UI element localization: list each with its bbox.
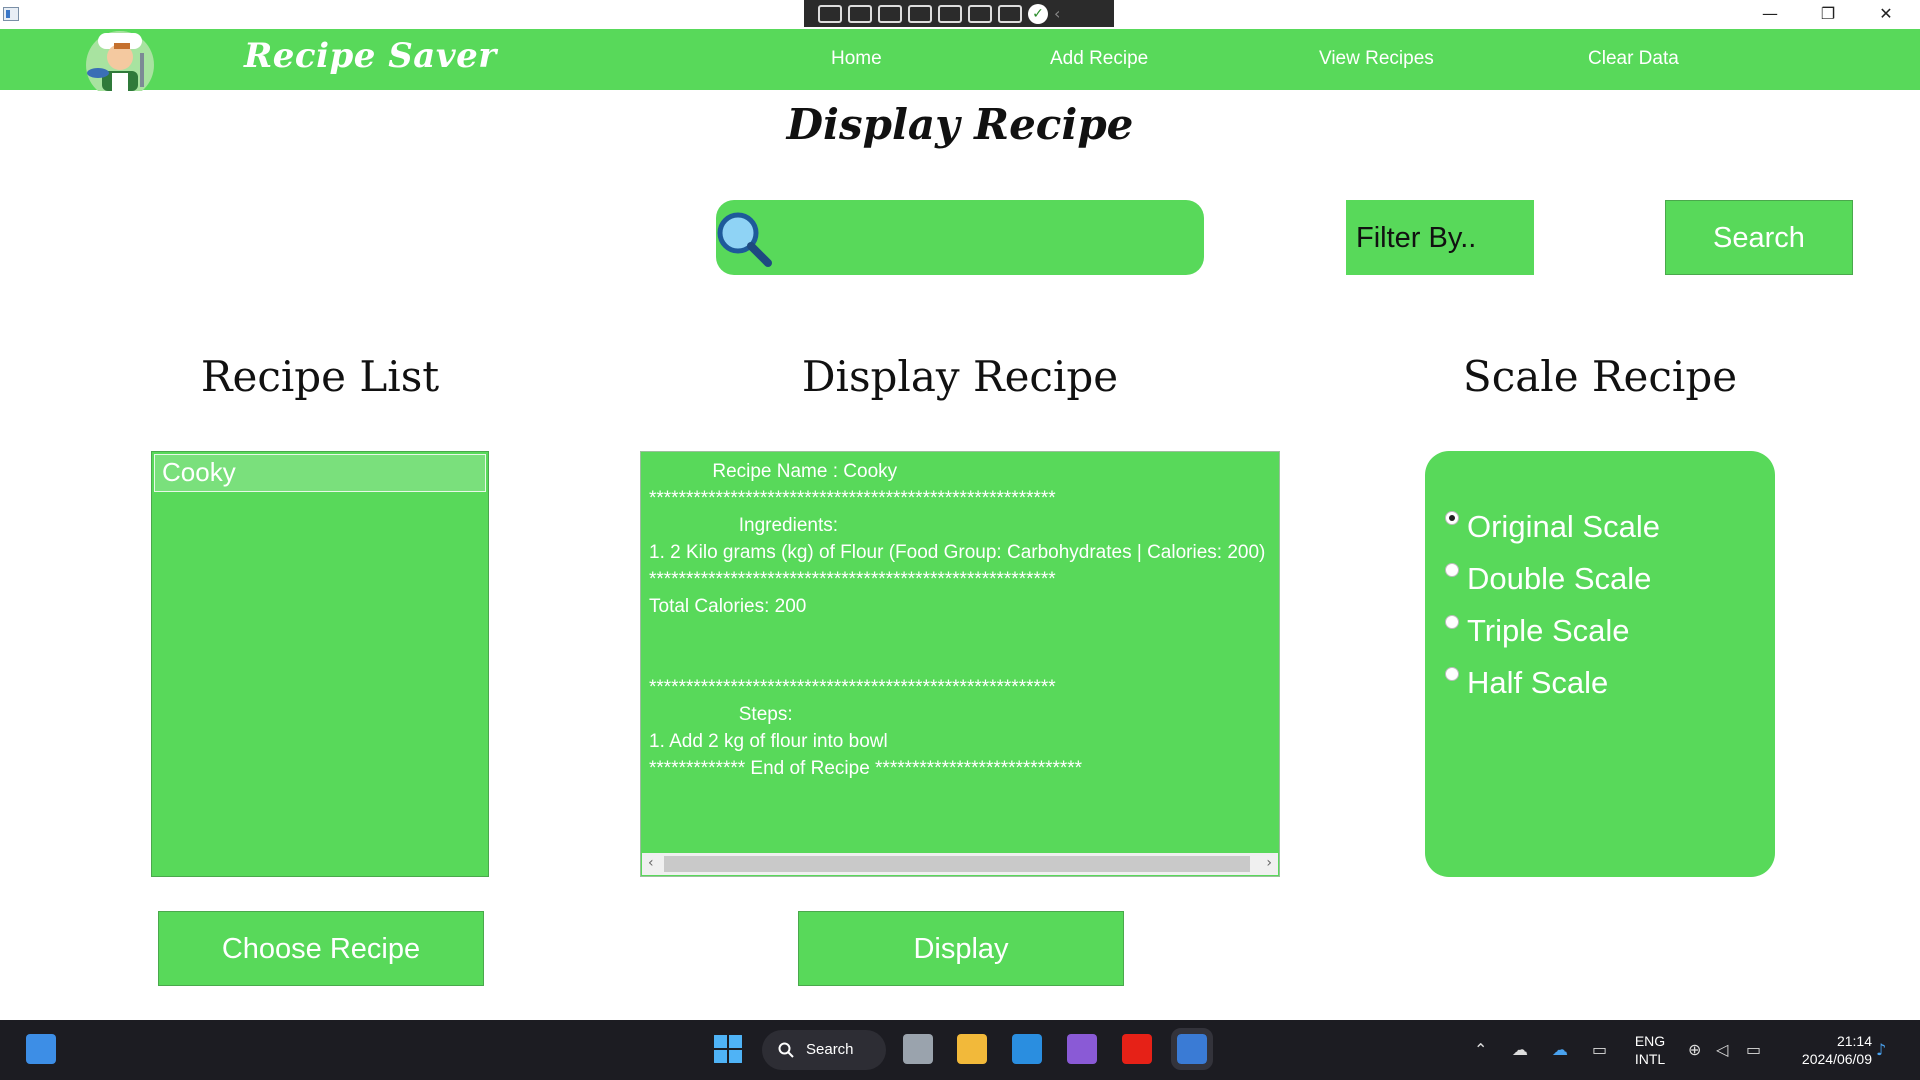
app-icon bbox=[3, 7, 19, 21]
volume-icon[interactable]: ◁ bbox=[1716, 1040, 1728, 1059]
nav-clear-data[interactable]: Clear Data bbox=[1588, 48, 1679, 70]
search-icon bbox=[778, 1042, 794, 1058]
track-focus-icon[interactable] bbox=[938, 4, 962, 23]
show-hidden-icons-chevron-icon[interactable]: ⌃ bbox=[1474, 1040, 1487, 1059]
notification-bell-icon[interactable]: ♪ bbox=[1876, 1040, 1886, 1059]
collapse-chevron-icon[interactable]: ‹ bbox=[1054, 4, 1066, 23]
scale-recipe-heading: Scale Recipe bbox=[1462, 352, 1738, 401]
radio-selected-icon[interactable] bbox=[1445, 511, 1459, 525]
vscode-icon[interactable] bbox=[1012, 1034, 1042, 1064]
display-recipe-heading: Display Recipe bbox=[801, 352, 1119, 401]
scrollbar-thumb[interactable] bbox=[664, 856, 1250, 872]
cloud-icon[interactable]: ☁ bbox=[1512, 1040, 1528, 1059]
checkmark-icon[interactable]: ✓ bbox=[1028, 3, 1048, 24]
onedrive-icon[interactable]: ☁ bbox=[1552, 1040, 1568, 1059]
youtube-icon[interactable] bbox=[1122, 1034, 1152, 1064]
display-icon[interactable]: ▭ bbox=[1592, 1040, 1607, 1059]
keyboard-layout: INTL bbox=[1634, 1051, 1666, 1067]
nav-home[interactable]: Home bbox=[831, 48, 882, 70]
scale-panel: Original Scale Double Scale Triple Scale… bbox=[1425, 451, 1775, 877]
display-button[interactable]: Display bbox=[798, 911, 1124, 986]
scroll-right-icon[interactable]: › bbox=[1266, 855, 1272, 871]
choose-recipe-button[interactable]: Choose Recipe bbox=[158, 911, 484, 986]
start-icon[interactable] bbox=[713, 1034, 743, 1064]
minimize-button[interactable]: — bbox=[1741, 0, 1799, 29]
horizontal-scrollbar[interactable]: ‹ › bbox=[642, 853, 1278, 875]
close-button[interactable]: ✕ bbox=[1857, 0, 1915, 29]
clock-time: 21:14 bbox=[1836, 1033, 1872, 1049]
search-button[interactable]: Search bbox=[1665, 200, 1853, 275]
record-icon[interactable] bbox=[848, 4, 872, 23]
title-bar: ✓ ‹ — ❐ ✕ bbox=[0, 0, 1920, 29]
radio-label: Half Scale bbox=[1467, 665, 1609, 700]
binding-failures-icon[interactable] bbox=[968, 4, 992, 23]
scroll-left-icon[interactable]: ‹ bbox=[648, 855, 654, 871]
list-item[interactable]: Cooky bbox=[154, 454, 486, 492]
radio-label: Original Scale bbox=[1467, 509, 1660, 544]
radio-label: Double Scale bbox=[1467, 561, 1652, 596]
widgets-icon[interactable] bbox=[26, 1034, 56, 1064]
radio-label: Triple Scale bbox=[1467, 613, 1630, 648]
clock[interactable]: 21:14 2024/06/09 bbox=[1782, 1032, 1872, 1068]
language-indicator[interactable]: ENG INTL bbox=[1628, 1032, 1672, 1068]
network-globe-icon[interactable]: ⊕ bbox=[1688, 1040, 1701, 1059]
taskbar: Search ⌃ ☁ ☁ ▭ ENG INTL ⊕ ◁ ▭ 21:14 2024… bbox=[0, 1020, 1920, 1080]
brand-title: Recipe Saver bbox=[244, 36, 497, 76]
language-code: ENG bbox=[1634, 1033, 1666, 1049]
debug-toolbar[interactable]: ✓ ‹ bbox=[804, 0, 1114, 27]
taskbar-search-label: Search bbox=[806, 1041, 854, 1058]
maximize-button[interactable]: ❐ bbox=[1799, 0, 1857, 29]
file-explorer-icon[interactable] bbox=[957, 1034, 987, 1064]
chef-logo-icon bbox=[86, 31, 154, 91]
visual-studio-icon[interactable] bbox=[1067, 1034, 1097, 1064]
nav-add-recipe[interactable]: Add Recipe bbox=[1050, 48, 1148, 70]
nav-view-recipes[interactable]: View Recipes bbox=[1319, 48, 1434, 70]
accessibility-icon[interactable] bbox=[998, 4, 1022, 23]
radio-icon[interactable] bbox=[1445, 667, 1459, 681]
radio-icon[interactable] bbox=[1445, 615, 1459, 629]
filter-dropdown[interactable]: Filter By.. bbox=[1346, 200, 1534, 275]
task-view-icon[interactable] bbox=[903, 1034, 933, 1064]
taskbar-search[interactable]: Search bbox=[762, 1030, 886, 1070]
select-element-icon[interactable] bbox=[878, 4, 902, 23]
recipe-display-content: Recipe Name : Cooky ********************… bbox=[649, 461, 1266, 779]
recipe-list[interactable]: Cooky bbox=[151, 451, 489, 877]
recipe-app-taskbar-icon[interactable] bbox=[1171, 1028, 1213, 1070]
search-icon bbox=[717, 212, 772, 267]
battery-icon[interactable]: ▭ bbox=[1746, 1040, 1761, 1059]
layout-adorner-icon[interactable] bbox=[908, 4, 932, 23]
search-input[interactable] bbox=[716, 200, 1204, 275]
recipe-list-heading: Recipe List bbox=[200, 352, 440, 401]
clock-date: 2024/06/09 bbox=[1801, 1051, 1872, 1067]
recipe-display-text[interactable]: Recipe Name : Cooky ********************… bbox=[640, 451, 1280, 877]
page-title: Display Recipe bbox=[786, 100, 1134, 149]
radio-icon[interactable] bbox=[1445, 563, 1459, 577]
live-tree-icon[interactable] bbox=[818, 4, 842, 23]
